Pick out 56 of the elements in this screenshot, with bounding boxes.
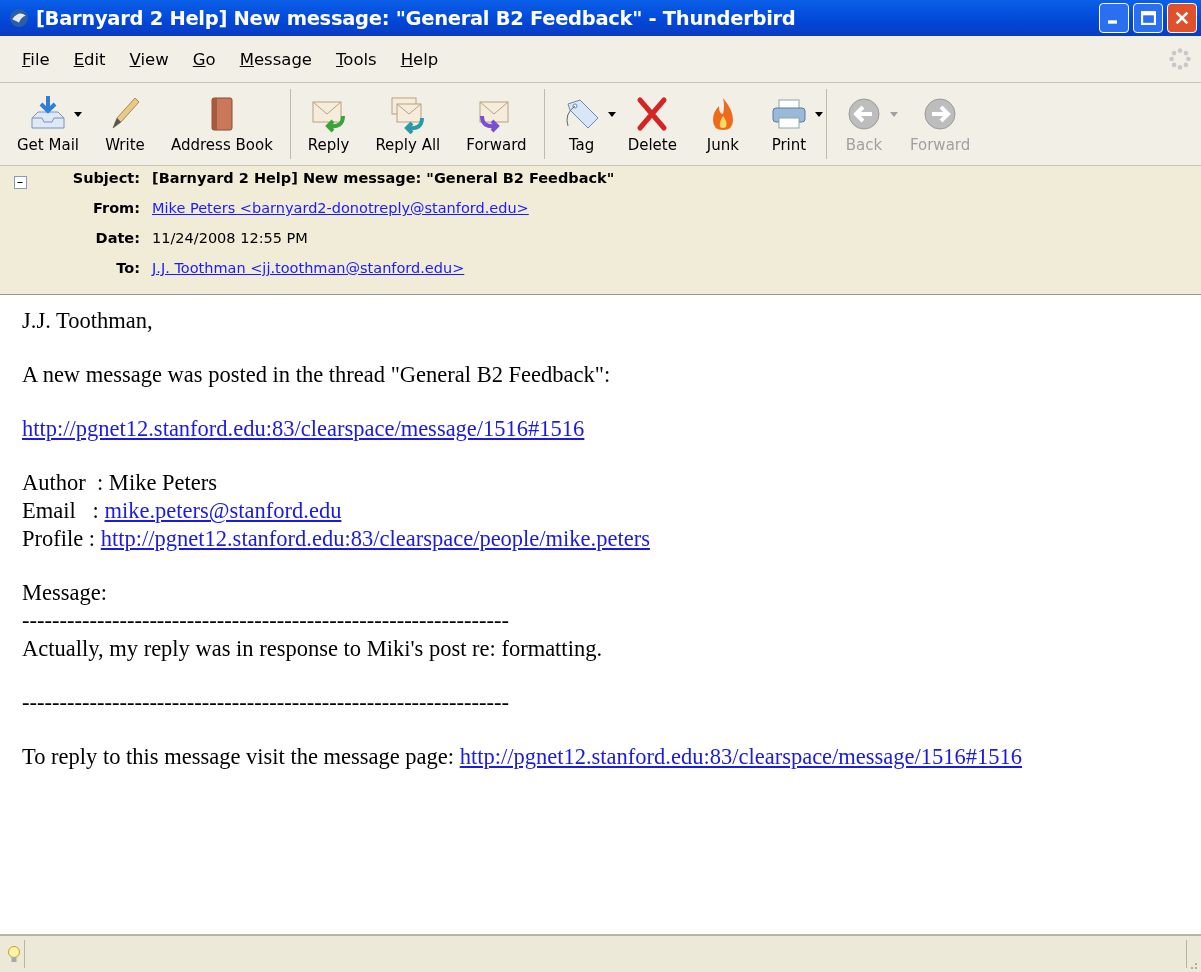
toolbar-button[interactable]: Tag [548,92,615,156]
field-label: To: [115,260,141,276]
toolbar-button[interactable]: Get Mail [4,92,92,156]
window-title: [Barnyard 2 Help] New message: "General B2 Feedback" - Thunderbird [36,6,797,30]
caret-icon [814,111,823,117]
link[interactable]: http://pgnet12.stanford.edu:83/clearspace/people/mike.peters [100,526,650,551]
minimize-icon [1107,20,1117,24]
body-text: A new message was posted in the thread "General B2 Feedback": [22,362,611,387]
minus-icon [17,182,23,183]
menu-item[interactable]: File [10,45,62,73]
maximize-icon [1140,11,1156,25]
menu-item[interactable]: Go [180,45,228,73]
subject-text: [Barnyard 2 Help] New message: "General B2 Feedback" [152,170,615,186]
menu-item[interactable]: View [117,45,181,73]
menu-item[interactable]: Tools [324,45,389,73]
throbber-icon [1169,48,1191,70]
link[interactable]: http://pgnet12.stanford.edu:83/clearspace/message/1516#1516 [22,416,585,441]
minimize-button[interactable] [1099,3,1129,33]
body-text: Actually, my reply was in response to Miki's post re: formatting. [22,636,602,661]
field-label: From: [92,200,141,216]
close-icon [1175,11,1189,25]
toolbar-button[interactable]: Address Book [158,92,286,156]
link[interactable]: mike.peters@stanford.edu [104,498,342,523]
toolbar-button[interactable]: Reply All [362,92,454,156]
maximize-button[interactable] [1133,3,1163,33]
body-text: ----------------------------------------------------------------- [22,608,510,633]
body-text: J.J. Toothman, [22,308,153,333]
toolbar-button[interactable]: Print [755,92,822,156]
toolbar-button[interactable]: Reply [294,92,363,156]
link[interactable]: http://pgnet12.stanford.edu:83/clearspace/message/1516#1516 [459,744,1023,769]
email-link[interactable]: J.J. Toothman <jj.toothman@stanford.edu> [152,260,465,276]
body-text: Profile : [22,526,97,551]
body-text: Email : [22,498,100,523]
date-text: 11/24/2008 12:55 PM [152,230,308,246]
close-button[interactable] [1167,3,1197,33]
toolbar-button[interactable]: Forward [453,92,540,156]
email-link[interactable]: Mike Peters <barnyard2-donotreply@stanford.edu> [152,200,529,216]
lightbulb-icon [8,946,20,962]
toolbar-button[interactable]: Junk [689,92,756,156]
toolbar-button[interactable]: Delete [614,92,690,156]
body-text: Author : Mike Peters [22,470,217,495]
bird-icon [10,9,28,27]
toolbar-button[interactable]: Write [92,92,158,156]
field-label: Subject: [71,170,141,186]
field-label: Date: [94,230,141,246]
menu-item[interactable]: Message [227,45,324,73]
collapse-toggle[interactable] [13,176,27,189]
caret-icon [889,111,898,117]
body-text: ----------------------------------------------------------------- [22,690,510,715]
resize-grip-icon[interactable] [1191,963,1197,969]
body-text: To reply to this message visit the message page: [22,744,456,769]
menu-item[interactable]: Edit [61,45,118,73]
caret-icon [74,111,82,117]
caret-icon [607,111,616,117]
body-text: Message: [22,580,107,605]
menu-item[interactable]: Help [388,45,451,73]
